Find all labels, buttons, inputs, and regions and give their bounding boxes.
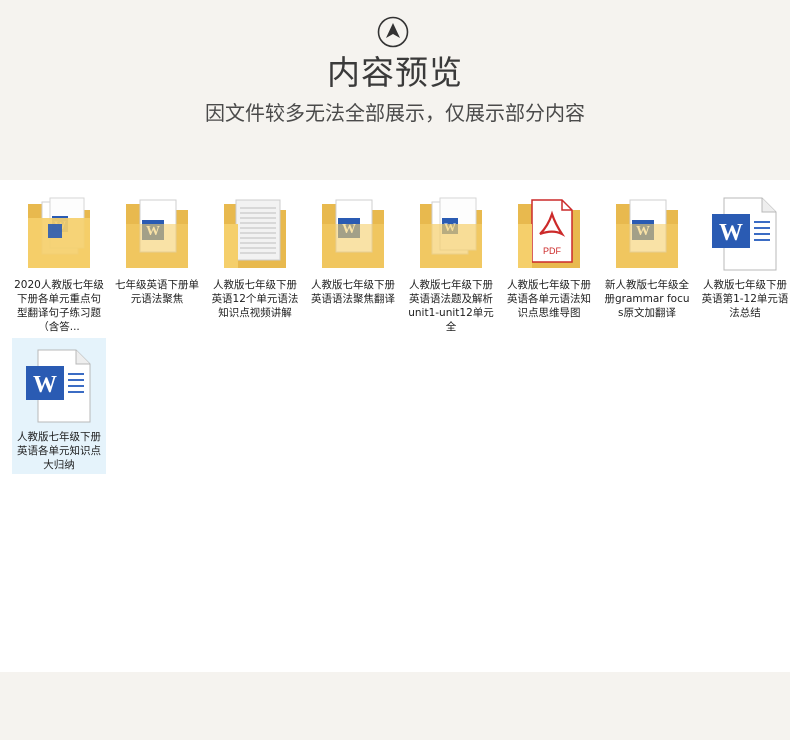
file-item[interactable]: W 人教版七年级下册英语语法聚焦翻译 <box>306 186 400 322</box>
footer-band <box>0 672 790 740</box>
preview-header: 内容预览 因文件较多无法全部展示，仅展示部分内容 <box>0 0 790 180</box>
file-label: 新人教版七年级全册grammar focus原文加翻译 <box>604 279 690 319</box>
file-item[interactable]: W 2020人教版七年级下册各单元重点句型翻译句子练习题（含答... <box>12 186 106 333</box>
file-label: 人教版七年级下册英语语法题及解析unit1-unit12单元全 <box>408 279 494 333</box>
up-arrow-circle-icon[interactable] <box>377 16 409 48</box>
file-item[interactable]: W 人教版七年级下册英语语法题及解析unit1-unit12单元全 <box>404 186 498 333</box>
file-label: 人教版七年级下册英语第1-12单元语法总结 <box>701 279 789 319</box>
folder-doc-icon <box>218 194 292 274</box>
folder-pdf-icon: PDF <box>512 194 586 274</box>
page-title: 内容预览 <box>327 53 463 92</box>
word-doc-icon: W <box>708 194 782 274</box>
svg-text:W: W <box>719 220 743 246</box>
folder-word-icon: W <box>22 194 96 274</box>
file-label: 人教版七年级下册英语12个单元语法知识点视频讲解 <box>211 279 299 319</box>
file-label: 人教版七年级下册英语语法聚焦翻译 <box>311 279 395 305</box>
file-item[interactable]: 人教版七年级下册英语12个单元语法知识点视频讲解 <box>208 186 302 322</box>
file-item[interactable]: W 新人教版七年级全册grammar focus原文加翻译 <box>600 186 694 322</box>
svg-text:W: W <box>33 372 57 398</box>
folder-word-icon: W <box>316 194 390 274</box>
file-label: 七年级英语下册单元语法聚焦 <box>115 279 199 305</box>
word-doc-icon: W <box>22 346 96 426</box>
file-label: 2020人教版七年级下册各单元重点句型翻译句子练习题（含答... <box>14 279 104 333</box>
file-item[interactable]: PDF 人教版七年级下册英语各单元语法知识点思维导图 <box>502 186 596 322</box>
folder-word-icon: W <box>120 194 194 274</box>
svg-text:PDF: PDF <box>543 246 562 256</box>
file-label: 人教版七年级下册英语各单元语法知识点思维导图 <box>507 279 591 319</box>
page-subtitle: 因文件较多无法全部展示，仅展示部分内容 <box>205 101 585 125</box>
file-item[interactable]: W 人教版七年级下册英语各单元知识点大归纳 <box>12 338 106 474</box>
file-grid: W 2020人教版七年级下册各单元重点句型翻译句子练习题（含答... W 七年级… <box>0 180 790 672</box>
file-item[interactable]: W 七年级英语下册单元语法聚焦 <box>110 186 204 322</box>
folder-word-icon: W <box>414 194 488 274</box>
folder-word-icon: W <box>610 194 684 274</box>
file-label: 人教版七年级下册英语各单元知识点大归纳 <box>17 431 101 471</box>
file-item[interactable]: W 人教版七年级下册英语第1-12单元语法总结 <box>698 186 790 322</box>
